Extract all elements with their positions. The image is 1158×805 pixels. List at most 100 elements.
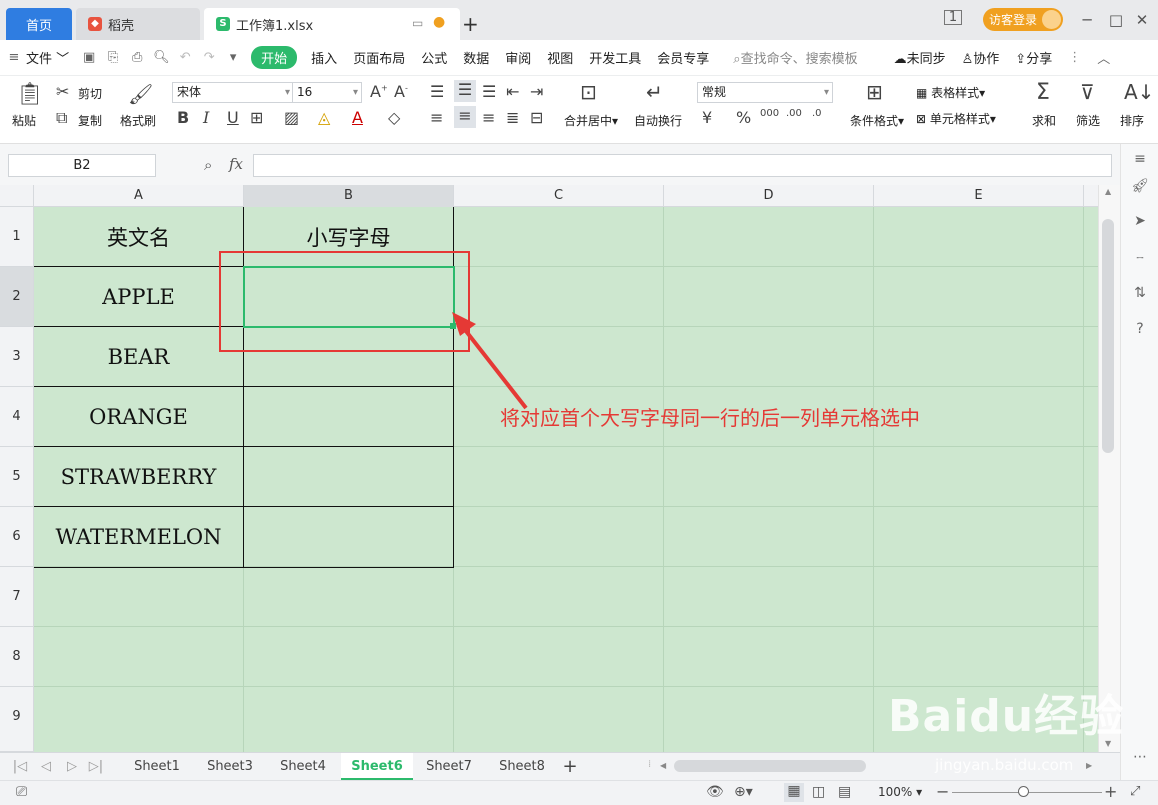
- copy-icon[interactable]: ⧉: [56, 108, 67, 128]
- collapse-ribbon-icon[interactable]: ︿: [1089, 48, 1118, 67]
- fill-pattern-icon[interactable]: ▨: [284, 108, 299, 127]
- italic-icon[interactable]: I: [203, 108, 209, 127]
- row-header-9[interactable]: 9: [0, 687, 34, 752]
- column-header-b[interactable]: B: [244, 185, 454, 207]
- zoom-formula-icon[interactable]: ⌕: [204, 156, 212, 174]
- filter-icon[interactable]: ⊽: [1080, 80, 1095, 104]
- select-all-corner[interactable]: [0, 185, 34, 207]
- row-header-4[interactable]: 4: [0, 387, 34, 447]
- merge-center-icon[interactable]: ⊡: [580, 80, 597, 104]
- sheet-tab[interactable]: Sheet7: [414, 753, 484, 780]
- maximize-icon[interactable]: □: [1106, 10, 1126, 30]
- menu-review[interactable]: 审阅: [497, 48, 539, 67]
- font-family-select[interactable]: 宋体: [172, 82, 294, 103]
- zoom-level[interactable]: 100% ▾: [878, 785, 922, 799]
- underline-icon[interactable]: U: [227, 108, 239, 127]
- sum-button[interactable]: 求和: [1032, 112, 1056, 129]
- prev-sheet-icon[interactable]: ◁: [38, 753, 54, 780]
- name-box[interactable]: B2: [8, 154, 156, 177]
- cell-a5[interactable]: STRAWBERRY: [34, 447, 243, 506]
- thousands-icon[interactable]: 000: [760, 108, 779, 119]
- sheet-tab[interactable]: Sheet8: [487, 753, 557, 780]
- merge-center-button[interactable]: 合并居中▾: [564, 112, 618, 129]
- formula-input[interactable]: [253, 154, 1112, 177]
- page-layout-view-icon[interactable]: ◫: [812, 784, 825, 800]
- window-mode-icon[interactable]: 1: [944, 10, 962, 25]
- menu-lines-icon[interactable]: ≡: [1131, 150, 1149, 168]
- cut-button[interactable]: 剪切: [78, 85, 102, 102]
- format-painter-button[interactable]: 格式刷: [120, 112, 156, 129]
- cell-a3[interactable]: BEAR: [34, 327, 243, 386]
- font-color-icon[interactable]: A: [352, 108, 363, 127]
- wrap-text-button[interactable]: 自动换行: [634, 112, 682, 129]
- macro-icon[interactable]: ⎚: [16, 784, 27, 800]
- column-header-a[interactable]: A: [34, 185, 244, 207]
- print-icon[interactable]: ⎙: [129, 50, 145, 66]
- paste-button[interactable]: 粘贴: [12, 112, 36, 129]
- settings-sliders-icon[interactable]: ⧿: [1131, 248, 1149, 266]
- indent-increase-icon[interactable]: ⇥: [530, 82, 543, 101]
- row-header-2[interactable]: 2: [0, 267, 34, 327]
- minimize-icon[interactable]: ─: [1077, 10, 1097, 30]
- export-icon[interactable]: ⎘: [105, 50, 121, 66]
- save-icon[interactable]: ▣: [81, 50, 97, 66]
- row-header-7[interactable]: 7: [0, 567, 34, 627]
- column-header-c[interactable]: C: [454, 185, 664, 207]
- collab-button[interactable]: ♙协作: [954, 48, 1008, 67]
- copy-button[interactable]: 复制: [78, 112, 102, 129]
- decrease-font-icon[interactable]: A-: [394, 82, 408, 101]
- cell-a4[interactable]: ORANGE: [34, 387, 243, 446]
- menu-member[interactable]: 会员专享: [649, 48, 717, 67]
- justify-icon[interactable]: ≣: [506, 108, 519, 127]
- menu-formulas[interactable]: 公式: [413, 48, 455, 67]
- number-format-select[interactable]: 常规: [697, 82, 833, 103]
- first-sheet-icon[interactable]: |◁: [12, 753, 28, 780]
- menu-page-layout[interactable]: 页面布局: [345, 48, 413, 67]
- indent-decrease-icon[interactable]: ⇤: [506, 82, 519, 101]
- tab-daoke[interactable]: ◆ 稻壳: [76, 8, 200, 40]
- decrease-decimal-icon[interactable]: .0: [812, 108, 822, 119]
- sync-button[interactable]: ☁未同步: [886, 48, 954, 67]
- page-break-view-icon[interactable]: ▤: [838, 784, 851, 800]
- share-button[interactable]: ⇪分享: [1007, 48, 1060, 67]
- rocket-icon[interactable]: 🚀︎: [1131, 177, 1149, 195]
- hamburger-icon[interactable]: ≡: [6, 50, 22, 66]
- freeze-icon[interactable]: ⊕▾: [734, 784, 753, 800]
- clear-icon[interactable]: ◇: [388, 108, 400, 127]
- guest-login-button[interactable]: 访客登录: [983, 8, 1063, 31]
- scroll-right-icon[interactable]: ▶: [1086, 761, 1092, 770]
- close-icon[interactable]: ✕: [1132, 10, 1152, 30]
- sheet-grid[interactable]: 英文名 小写字母 APPLE BEAR ORANGE STRAWBERRY WA…: [34, 207, 1098, 752]
- paste-icon[interactable]: 📋︎: [16, 82, 44, 107]
- border-icon[interactable]: ⊞: [250, 108, 263, 127]
- horizontal-scroll-thumb[interactable]: [674, 760, 866, 772]
- row-header-5[interactable]: 5: [0, 447, 34, 507]
- align-right-icon[interactable]: ≡: [482, 108, 495, 127]
- menu-data[interactable]: 数据: [455, 48, 497, 67]
- more-menu-icon[interactable]: ⋮: [1060, 50, 1089, 65]
- cell-a2[interactable]: APPLE: [34, 267, 243, 326]
- monitor-icon[interactable]: ▭: [412, 16, 423, 30]
- table-style-button[interactable]: ▦ 表格样式▾: [916, 84, 985, 101]
- tab-home[interactable]: 首页: [6, 8, 72, 40]
- scroll-left-icon[interactable]: ◀: [660, 761, 666, 770]
- split-handle-icon[interactable]: ⁞: [648, 759, 651, 770]
- print-preview-icon[interactable]: 🔍︎: [153, 50, 170, 66]
- filter-button[interactable]: 筛选: [1076, 112, 1100, 129]
- bold-icon[interactable]: B: [177, 108, 189, 127]
- sheet-tab[interactable]: Sheet1: [122, 753, 192, 780]
- cursor-icon[interactable]: ➤: [1131, 212, 1149, 230]
- format-painter-icon[interactable]: 🖌︎: [128, 82, 153, 106]
- add-sheet-button[interactable]: +: [560, 753, 580, 780]
- vertical-scrollbar[interactable]: ▲ ▼: [1098, 185, 1120, 752]
- sort-icon[interactable]: A↓: [1124, 80, 1154, 104]
- last-sheet-icon[interactable]: ▷|: [88, 753, 104, 780]
- undo-icon[interactable]: ↶: [177, 50, 193, 66]
- tab-workbook[interactable]: S 工作簿1.xlsx ▭ ●: [204, 8, 460, 40]
- currency-icon[interactable]: ¥: [702, 108, 712, 127]
- row-header-3[interactable]: 3: [0, 327, 34, 387]
- menu-developer[interactable]: 开发工具: [581, 48, 649, 67]
- quick-access-more-icon[interactable]: ▾: [225, 50, 241, 66]
- redo-icon[interactable]: ↷: [201, 50, 217, 66]
- increase-font-icon[interactable]: A+: [370, 82, 388, 101]
